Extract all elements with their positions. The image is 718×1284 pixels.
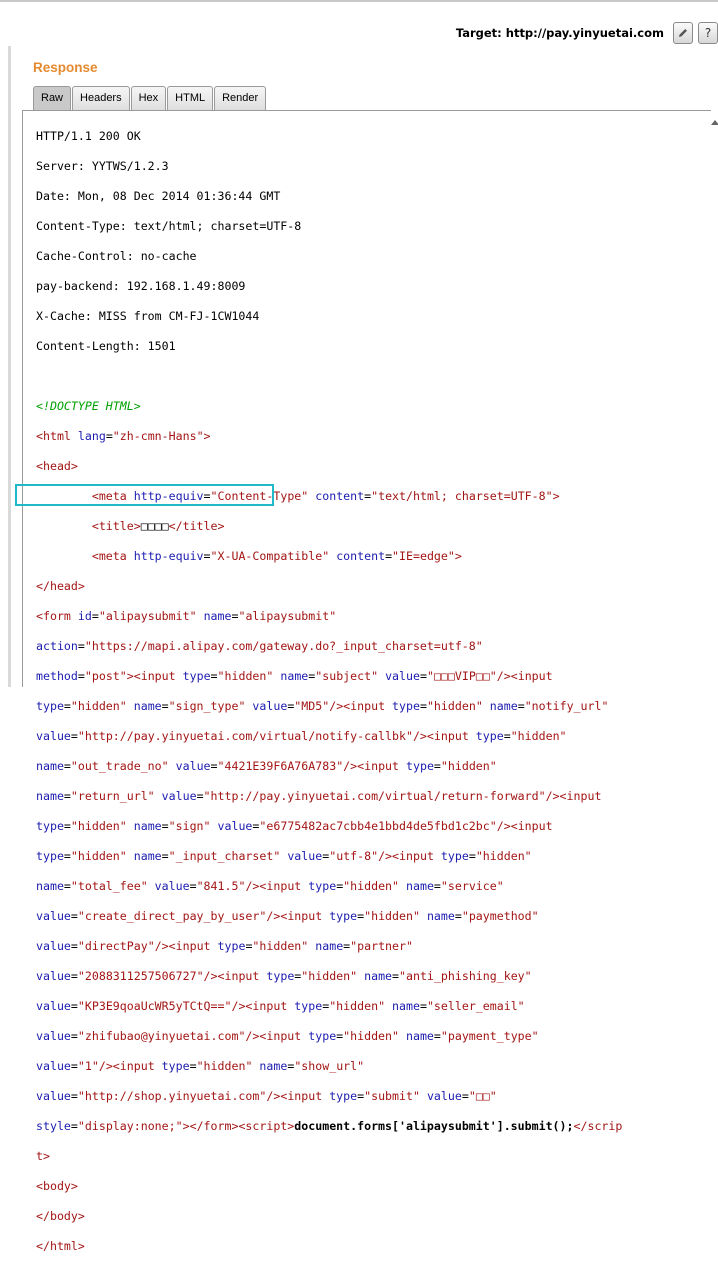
attr-name: content [336, 549, 386, 563]
header-line: Server: YYTWS/1.2.3 [36, 159, 169, 173]
attr-name: lang [77, 429, 106, 443]
attr-value: text/html; charset=UTF-8 [378, 489, 546, 503]
tab-render[interactable]: Render [214, 86, 267, 110]
head-close-tag: </head> [36, 579, 85, 593]
out-trade-no-value: 4421E39F6A76A783 [224, 759, 337, 773]
response-panel: Response Raw Headers Hex HTML Render HTT… [11, 46, 718, 1253]
return-url-value: http://pay.yinyuetai.com/virtual/return-… [210, 789, 539, 803]
notify-url-value: http://pay.yinyuetai.com/virtual/notify-… [84, 729, 406, 743]
toolbar: Target: http://pay.yinyuetai.com ? [0, 0, 718, 47]
html-close-tag: </html> [36, 1239, 85, 1253]
doctype: <!DOCTYPE HTML> [36, 399, 141, 413]
tab-hex[interactable]: Hex [130, 86, 167, 110]
panel-title: Response [33, 60, 98, 75]
response-code: HTTP/1.1 200 OK Server: YYTWS/1.2.3 Date… [36, 129, 623, 1253]
attr-name: http-equiv [133, 549, 204, 563]
total-fee-highlight-box [15, 484, 274, 506]
header-line: Content-Type: text/html; charset=UTF-8 [36, 219, 302, 233]
attr-value: IE=edge [399, 549, 448, 563]
header-line: Content-Length: 1501 [36, 339, 176, 353]
subject-value: □□□VIP□□ [433, 669, 490, 683]
form-name: alipaysubmit [245, 609, 330, 623]
attr-name: content [315, 489, 365, 503]
partner-value: 2088311257506727 [84, 969, 197, 983]
header-line: Cache-Control: no-cache [36, 249, 197, 263]
form-method: post [91, 669, 120, 683]
title-text: □□□□ [140, 519, 169, 533]
attr-value: X-UA-Compatible [217, 549, 323, 563]
form-action: https://mapi.alipay.com/gateway.do?_inpu… [91, 639, 476, 653]
tab-raw[interactable]: Raw [33, 86, 72, 110]
script-text: document.forms['alipaysubmit'].submit(); [294, 1119, 574, 1133]
header-line: pay-backend: 192.168.1.49:8009 [36, 279, 246, 293]
anti-phishing-key-value: KP3E9qoaUcWR5yTCtQ== [84, 999, 225, 1013]
html-tag: html [42, 429, 71, 443]
submit-value: □□ [475, 1089, 490, 1103]
service-value: create_direct_pay_by_user [84, 909, 260, 923]
vertical-scrollbar[interactable] [711, 110, 718, 687]
seller-email-value: zhifubao@yinyuetai.com [84, 1029, 239, 1043]
edit-target-button[interactable] [673, 22, 693, 44]
pencil-icon [679, 29, 687, 37]
help-button[interactable]: ? [698, 22, 718, 44]
form-id: alipaysubmit [105, 609, 190, 623]
scroll-up-arrow-icon[interactable] [711, 120, 718, 125]
body-close-tag: </body> [36, 1209, 85, 1223]
total-fee-value: 841.5 [203, 879, 239, 893]
header-line: HTTP/1.1 200 OK [36, 129, 141, 143]
body-open-tag: <body> [36, 1179, 78, 1193]
view-tabs: Raw Headers Hex HTML Render [33, 86, 267, 110]
head-open-tag: <head> [36, 459, 78, 473]
submit-style: display:none; [84, 1119, 176, 1133]
response-editor[interactable]: HTTP/1.1 200 OK Server: YYTWS/1.2.3 Date… [22, 110, 718, 1253]
input-charset-value: utf-8 [336, 849, 372, 863]
tab-headers[interactable]: Headers [72, 86, 130, 110]
sign-type-value: MD5 [301, 699, 323, 713]
header-line: Date: Mon, 08 Dec 2014 01:36:44 GMT [36, 189, 281, 203]
attr-value: zh-cmn-Hans [119, 429, 197, 443]
payment-type-value: 1 [84, 1059, 92, 1073]
header-line: X-Cache: MISS from CM-FJ-1CW1044 [36, 309, 260, 323]
sign-value: e6775482ac7cbb4e1bbd4de5fbd1c2bc [266, 819, 490, 833]
paymethod-value: directPay [84, 939, 148, 953]
target-label: Target: http://pay.yinyuetai.com [455, 26, 664, 40]
show-url-value: http://shop.yinyuetai.com [84, 1089, 260, 1103]
tab-html[interactable]: HTML [167, 86, 214, 110]
